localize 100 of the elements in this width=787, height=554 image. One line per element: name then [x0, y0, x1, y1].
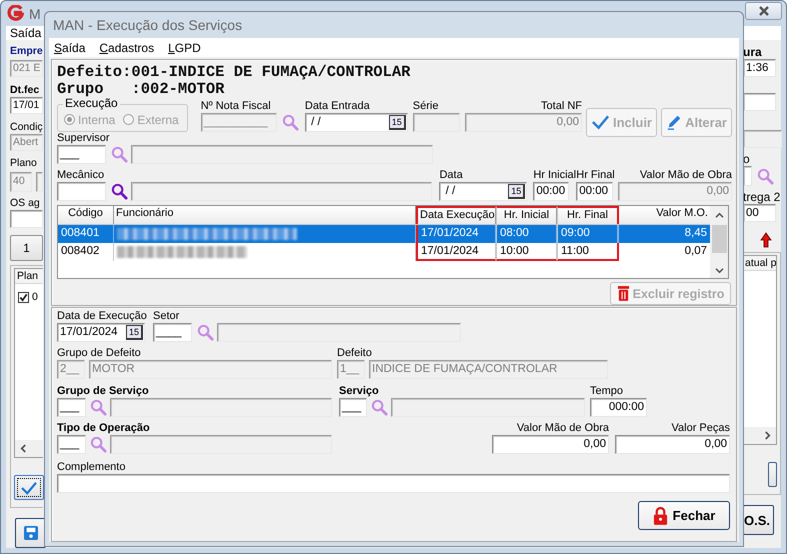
- text-field[interactable]: ____: [153, 323, 192, 342]
- table-cell: 08:00: [496, 224, 557, 243]
- table-row[interactable]: 008402 17/01/2024 10:00 11:00 0,07: [58, 242, 710, 261]
- text-field[interactable]: [10, 210, 43, 228]
- field-label: Mecânico: [57, 168, 104, 182]
- text-field[interactable]: [130, 182, 432, 201]
- column-header[interactable]: Código: [58, 206, 114, 224]
- field-label: Valor Peças: [672, 422, 730, 435]
- text-field[interactable]: [412, 112, 460, 132]
- text-field[interactable]: 00:00: [576, 182, 614, 201]
- text-field[interactable]: 2__: [57, 360, 85, 379]
- text-field[interactable]: [217, 323, 461, 342]
- scrollbar[interactable]: [15, 440, 43, 457]
- table-cell: 008401: [58, 224, 114, 243]
- table-cell-text: 0,07: [684, 244, 708, 259]
- os-button[interactable]: O.S.: [743, 505, 774, 535]
- text-field[interactable]: INDICE DE FUMAÇA/CONTROLAR: [369, 360, 608, 379]
- column-header[interactable]: Valor M.O.: [619, 206, 710, 224]
- field-label: Condiç: [10, 121, 43, 134]
- list-item[interactable]: 0: [32, 291, 38, 304]
- down-chevron-icon[interactable]: [714, 267, 724, 274]
- calendar-button[interactable]: 15: [508, 184, 526, 199]
- logo-icon: [7, 5, 24, 22]
- up-chevron-icon[interactable]: [714, 212, 724, 219]
- text-field[interactable]: [391, 398, 585, 417]
- text-field[interactable]: ___: [57, 398, 86, 417]
- date-value: / /: [310, 114, 321, 130]
- check-icon: [591, 114, 610, 130]
- text-field[interactable]: 0,00: [618, 182, 732, 201]
- table-cell: 11:00: [557, 242, 619, 261]
- scrollbar[interactable]: [710, 206, 728, 278]
- close-button[interactable]: [745, 2, 782, 20]
- text-field[interactable]: ___: [57, 144, 106, 164]
- text-field[interactable]: [57, 474, 730, 493]
- save-button[interactable]: [15, 518, 46, 548]
- table-cell: 09:00: [557, 224, 619, 243]
- page-button[interactable]: 1: [10, 235, 43, 261]
- text-field[interactable]: 00: [743, 204, 776, 222]
- field-label: Serviço: [339, 385, 379, 398]
- menu-item[interactable]: Cadastros: [99, 40, 154, 54]
- text-field[interactable]: 000:00: [590, 398, 647, 417]
- up-arrow-icon[interactable]: [760, 232, 772, 248]
- text-field[interactable]: [110, 435, 332, 454]
- confirm-button[interactable]: [14, 475, 44, 500]
- menu-item[interactable]: LGPD: [168, 40, 201, 54]
- text-field[interactable]: 40: [10, 172, 32, 192]
- text-field[interactable]: [743, 93, 776, 111]
- column-header[interactable]: Funcionário: [114, 206, 416, 224]
- window-title: MAN - Execução dos Serviços: [53, 17, 242, 33]
- field-label: Setor: [153, 310, 180, 323]
- text-field[interactable]: 0,00: [615, 435, 730, 454]
- table-cell: 17/01/2024: [416, 224, 496, 243]
- field-label: Valor Mão de Obra: [516, 422, 609, 435]
- button[interactable]: [768, 462, 777, 487]
- field-label: trega 2: [743, 191, 780, 204]
- text-field[interactable]: [57, 182, 106, 201]
- column-header: atual p: [743, 256, 776, 271]
- field-label: Data de Execução: [57, 310, 147, 323]
- search-icon[interactable]: [110, 182, 128, 200]
- menu-item[interactable]: Saída: [10, 26, 42, 40]
- date-field[interactable]: 17/01/2024 15: [57, 323, 145, 342]
- heading-text: Grupo :002-MOTOR: [57, 81, 226, 98]
- column-header: Plan: [15, 269, 43, 284]
- table-cell: 10:00: [496, 242, 557, 261]
- text-field[interactable]: 00:00: [533, 182, 570, 201]
- field-label: Total NF: [541, 100, 582, 113]
- text-field[interactable]: __________: [200, 112, 277, 132]
- field-label: Grupo de Defeito: [57, 347, 141, 360]
- text-field[interactable]: ___: [57, 435, 86, 454]
- close-icon[interactable]: [758, 6, 770, 16]
- field-label: Nº Nota Fiscal: [200, 100, 271, 113]
- date-value: 17/01/2024: [60, 325, 118, 340]
- text-field[interactable]: 1:36: [743, 59, 776, 77]
- text-field[interactable]: 0,00: [492, 435, 609, 454]
- scrollbar[interactable]: [743, 427, 776, 444]
- text-field[interactable]: 0,00: [465, 112, 582, 132]
- date-field[interactable]: / / 15: [439, 182, 528, 201]
- field-label: Defeito: [337, 347, 372, 360]
- text-field[interactable]: ___: [339, 398, 367, 417]
- heading-text: Defeito:001-INDICE DE FUMAÇA/CONTROLAR: [57, 64, 412, 81]
- text-field[interactable]: [36, 172, 43, 192]
- text-field[interactable]: 17/01: [10, 97, 43, 114]
- text-field[interactable]: 1__: [337, 360, 365, 379]
- field-label: Dt.fec: [10, 84, 40, 97]
- text-field[interactable]: [131, 144, 433, 164]
- text-field[interactable]: [743, 130, 782, 148]
- text-field[interactable]: Abert: [10, 134, 43, 151]
- menu-item[interactable]: Saída: [54, 40, 86, 54]
- close-button[interactable]: Fechar: [638, 501, 730, 530]
- text-field[interactable]: MOTOR: [89, 360, 332, 379]
- field-label: ura: [743, 46, 762, 59]
- table-row[interactable]: 008401 17/01/2024 08:00 09:00 8,45: [58, 224, 710, 243]
- text-field[interactable]: [110, 398, 332, 417]
- checkbox[interactable]: [18, 292, 29, 303]
- lock-icon: [652, 506, 668, 525]
- text-field[interactable]: 021 E: [10, 60, 43, 77]
- date-field[interactable]: / / 15: [304, 112, 408, 132]
- calendar-button[interactable]: 15: [126, 325, 143, 340]
- calendar-button[interactable]: 15: [388, 114, 406, 130]
- field-label: Data: [439, 168, 463, 182]
